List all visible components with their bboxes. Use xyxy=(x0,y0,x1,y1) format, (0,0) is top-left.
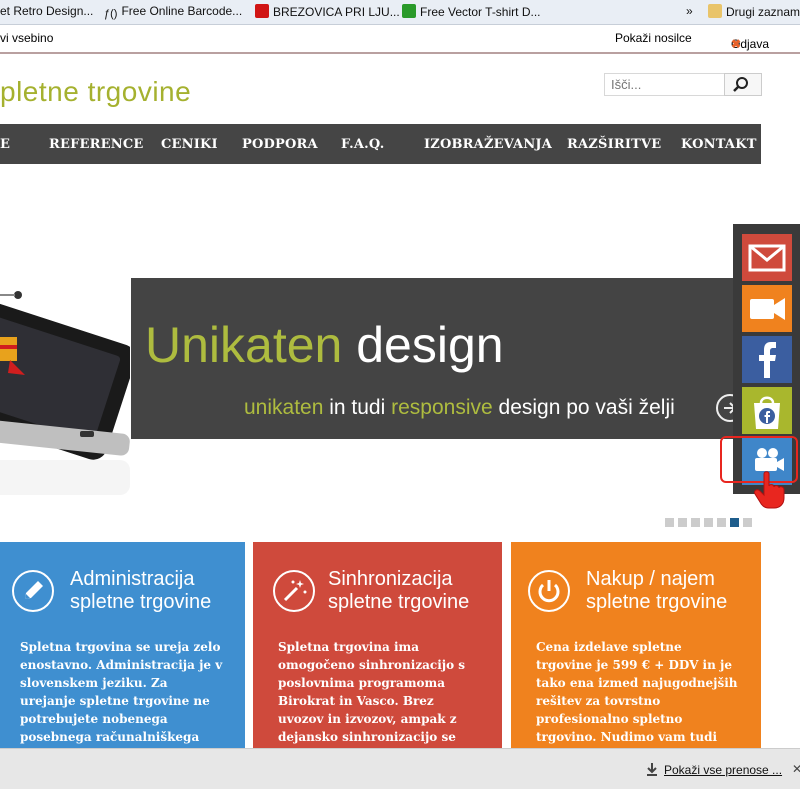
search-icon xyxy=(733,77,748,92)
phone-image xyxy=(0,291,130,495)
nav-item-podpora[interactable]: PODPORA xyxy=(242,137,318,152)
slider-dot[interactable] xyxy=(743,518,752,527)
mail-icon xyxy=(742,234,792,281)
main-nav: E REFERENCE CENIKI PODPORA F.A.Q. IZOBRA… xyxy=(0,124,761,164)
social-facebook-button[interactable] xyxy=(742,336,792,383)
download-bar: Pokaži vse prenose ... ✕ xyxy=(0,748,800,789)
header-divider xyxy=(0,52,800,54)
slider-dot[interactable] xyxy=(704,518,713,527)
function-icon: ƒ() xyxy=(104,8,118,20)
feature-box-administration: Administracija spletne trgovine Spletna t… xyxy=(0,542,245,752)
bookmark-brezovica[interactable]: BREZOVICA PRI LJU... xyxy=(255,4,400,19)
close-download-bar-icon[interactable]: ✕ xyxy=(792,762,800,776)
slider-dot[interactable] xyxy=(717,518,726,527)
facebook-icon xyxy=(742,336,792,383)
magic-wand-icon xyxy=(273,570,315,612)
power-icon xyxy=(528,570,570,612)
folder-icon xyxy=(708,4,722,18)
slider-dot[interactable] xyxy=(678,518,687,527)
hero-banner: Unikaten design unikaten in tudi respons… xyxy=(131,278,744,439)
bookmark-retro-design[interactable]: et Retro Design... xyxy=(0,4,93,18)
hand-pointer-icon xyxy=(754,471,785,509)
search-input[interactable] xyxy=(604,73,724,96)
feature-title: Nakup / najem spletne trgovine xyxy=(586,568,728,613)
nav-item-kontakt[interactable]: KONTAKT xyxy=(681,137,757,152)
nav-item-razsiritve[interactable]: RAZŠIRITVE xyxy=(567,137,661,152)
search-button[interactable] xyxy=(724,73,762,96)
bookmark-barcode[interactable]: ƒ() Free Online Barcode... xyxy=(104,4,242,22)
site-logo[interactable]: pletne trgovine xyxy=(0,76,191,108)
show-all-downloads-link[interactable]: Pokaži vse prenose ... xyxy=(664,763,782,777)
feature-text: Spletna trgovina ima omogočeno sinhroniz… xyxy=(278,640,481,752)
feature-text: Spletna trgovina se ureja zelo enostavno… xyxy=(20,640,223,752)
social-mail-button[interactable] xyxy=(742,234,792,281)
slider-dot[interactable] xyxy=(691,518,700,527)
slider-dot[interactable] xyxy=(730,518,739,527)
bookmarks-bar: et Retro Design... ƒ() Free Online Barcod… xyxy=(0,0,800,25)
download-icon xyxy=(647,763,657,776)
bookmark-vector-tshirt[interactable]: Free Vector T-shirt D... xyxy=(402,4,540,19)
feature-text: Cena izdelave spletne trgovine je 599 € … xyxy=(536,640,738,752)
feature-title: Administracija spletne trgovine xyxy=(70,568,212,613)
feature-box-sync: Sinhronizacija spletne trgovine Spletna t… xyxy=(253,542,502,752)
show-carriers-link[interactable]: Pokaži nosilce xyxy=(615,31,692,45)
social-video-button[interactable] xyxy=(742,285,792,332)
admin-edit-content-link[interactable]: vi vsebino xyxy=(0,31,53,45)
tshirt-site-icon xyxy=(402,4,416,18)
nav-item-faq[interactable]: F.A.Q. xyxy=(341,137,384,152)
admin-bar: vi vsebino Pokaži nosilce Odjava ✖ xyxy=(0,25,800,53)
search-box xyxy=(604,73,762,98)
other-bookmarks[interactable]: Drugi zaznam xyxy=(708,4,800,19)
nav-item-ceniki[interactable]: CENIKI xyxy=(161,137,218,152)
hero-title: Unikaten design xyxy=(145,317,504,373)
close-icon: ✖ xyxy=(731,37,742,51)
video-camera-icon xyxy=(742,285,792,332)
slider-dot[interactable] xyxy=(665,518,674,527)
shopping-bag-facebook-icon xyxy=(742,387,792,434)
pencil-icon xyxy=(12,570,54,612)
nav-item-home[interactable]: E xyxy=(0,137,10,152)
n-logo-icon xyxy=(255,4,269,18)
hero-subtitle: unikaten in tudi responsive design po va… xyxy=(244,396,675,419)
feature-title: Sinhronizacija spletne trgovine xyxy=(328,568,470,613)
bookmarks-more-chevron[interactable]: » xyxy=(686,4,693,18)
nav-item-reference[interactable]: REFERENCE xyxy=(49,137,144,152)
nav-item-izobrazevanja[interactable]: IZOBRAŽEVANJA xyxy=(424,137,552,152)
social-fb-shop-button[interactable] xyxy=(742,387,792,434)
feature-box-purchase: Nakup / najem spletne trgovine Cena izdel… xyxy=(511,542,761,752)
